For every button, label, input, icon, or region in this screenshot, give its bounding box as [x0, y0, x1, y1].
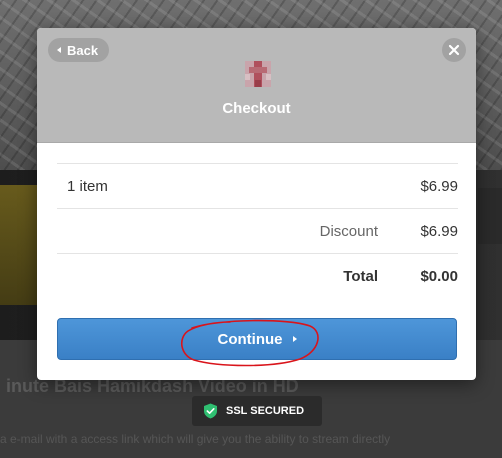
total-label: Total: [343, 268, 378, 285]
background-text: a e-mail with a access link which will g…: [0, 432, 391, 446]
background-side-panel: [478, 188, 502, 244]
shield-check-icon: [204, 403, 217, 419]
line-item-row: 1 item $6.99: [57, 163, 458, 208]
continue-button[interactable]: Continue: [57, 318, 457, 360]
merchant-logo: [245, 61, 271, 87]
chevron-right-icon: [292, 336, 297, 342]
close-icon: [448, 44, 460, 56]
discount-amount: $6.99: [420, 223, 458, 240]
modal-title: Checkout: [222, 100, 291, 117]
close-button[interactable]: [442, 38, 466, 62]
back-button-label: Back: [67, 42, 99, 58]
modal-header: Back Checkout: [37, 28, 476, 143]
background-banner-art: [0, 185, 40, 305]
items-amount: $6.99: [420, 178, 458, 195]
items-label: 1 item: [67, 178, 108, 195]
checkout-modal: Back Checkout 1 item $6.99 Discount $6.9…: [37, 28, 476, 380]
continue-button-label: Continue: [217, 330, 283, 348]
back-button[interactable]: Back: [48, 38, 110, 62]
discount-row: Discount $6.99: [57, 208, 458, 253]
total-amount: $0.00: [420, 268, 458, 285]
chevron-left-icon: [57, 47, 61, 53]
total-row: Total $0.00: [57, 253, 458, 298]
discount-label: Discount: [319, 223, 378, 240]
ssl-secured-label: SSL SECURED: [226, 405, 305, 417]
order-summary: 1 item $6.99 Discount $6.99 Total $0.00: [57, 163, 458, 298]
ssl-secured-badge: SSL SECURED: [192, 396, 322, 426]
